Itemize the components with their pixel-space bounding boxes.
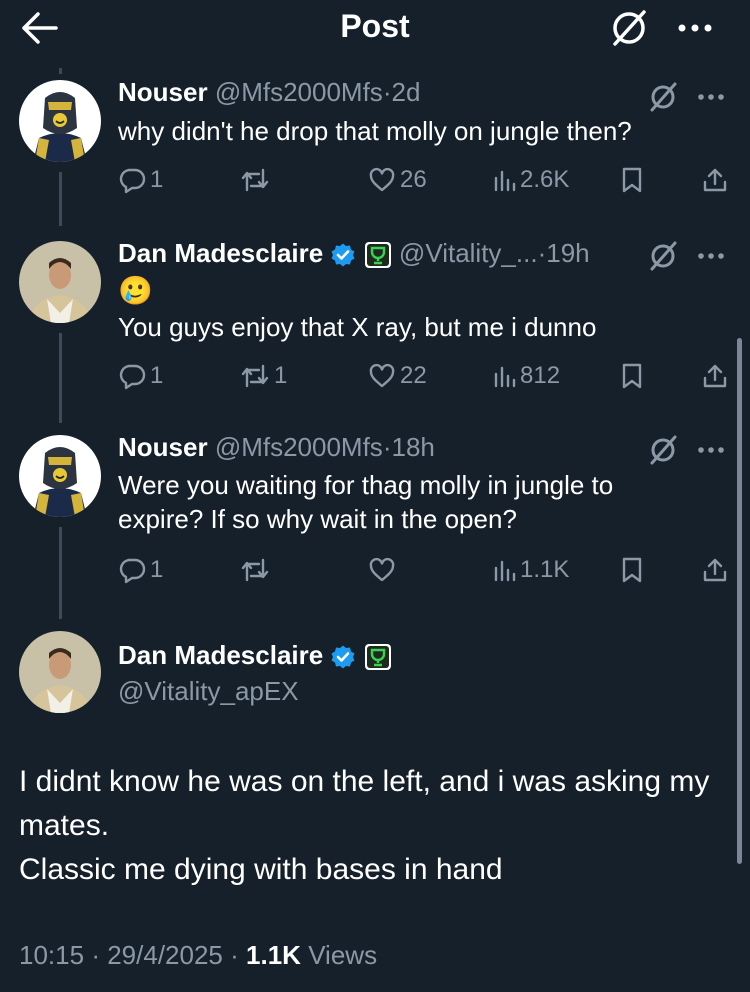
handle[interactable]: @Vitality_... — [399, 238, 538, 268]
share-icon[interactable] — [702, 362, 728, 390]
reply-button[interactable]: 1 — [118, 556, 163, 584]
like-count: 22 — [400, 362, 427, 389]
more-icon[interactable] — [694, 436, 728, 464]
bookmark-icon[interactable] — [620, 362, 644, 390]
avatar[interactable] — [19, 241, 101, 323]
separator: · — [537, 238, 547, 268]
views-icon — [494, 170, 516, 192]
post-meta: 10:15 · 29/4/2025 · 1.1K Views — [19, 940, 377, 971]
thread-connector — [59, 172, 62, 226]
separator: · — [230, 940, 239, 970]
like-icon — [369, 167, 395, 192]
tweet-header: Nouser @Mfs2000Mfs·2d — [118, 77, 420, 108]
verified-icon — [331, 645, 355, 669]
grok-icon[interactable] — [606, 8, 652, 48]
display-name[interactable]: Dan Madesclaire — [118, 238, 323, 268]
views-label: Views — [308, 940, 378, 970]
timestamp[interactable]: 19h — [546, 238, 589, 268]
avatar[interactable] — [19, 631, 101, 713]
post-text-line: Classic me dying with bases in hand — [19, 853, 503, 886]
author-name-row: Dan Madesclaire — [118, 640, 392, 671]
reply-button[interactable]: 1 — [118, 166, 163, 194]
scrollbar[interactable] — [737, 338, 742, 864]
retweet-count: 1 — [274, 362, 288, 389]
views-count: 2.6K — [520, 166, 570, 193]
affiliate-badge-icon — [364, 242, 391, 269]
handle[interactable]: @Vitality_apEX — [118, 676, 299, 707]
reply-count: 1 — [150, 362, 164, 389]
grok-icon[interactable] — [646, 433, 680, 467]
reply-count: 1 — [150, 556, 164, 583]
like-icon — [369, 363, 395, 388]
display-name[interactable]: Dan Madesclaire — [118, 640, 323, 670]
views-button[interactable]: 2.6K — [492, 166, 569, 194]
tweet-header: Dan Madesclaire @Vitality_...·19h — [118, 238, 590, 269]
retweet-button[interactable] — [240, 556, 274, 584]
verified-icon — [331, 243, 355, 267]
thread-connector — [59, 527, 62, 619]
separator: · — [91, 940, 100, 970]
retweet-icon — [241, 168, 269, 192]
post-text: I didnt know he was on the left, and i w… — [19, 760, 719, 892]
views-count[interactable]: 1.1K — [246, 940, 301, 970]
share-icon[interactable] — [702, 556, 728, 584]
retweet-icon — [241, 558, 269, 582]
more-icon[interactable] — [694, 242, 728, 270]
views-button[interactable]: 812 — [492, 362, 560, 390]
post-date[interactable]: 29/4/2025 — [107, 940, 223, 970]
tweet-header: Nouser @Mfs2000Mfs·18h — [118, 432, 435, 463]
tweet-text: why didn't he drop that molly on jungle … — [118, 116, 632, 146]
handle[interactable]: @Mfs2000Mfs — [215, 432, 383, 462]
top-bar: Post — [0, 0, 750, 56]
post-text-line: I didnt know he was on the left, and i w… — [19, 765, 710, 842]
like-button[interactable] — [368, 556, 400, 584]
views-icon — [494, 560, 516, 582]
timestamp[interactable]: 2d — [391, 77, 420, 107]
reply-count: 1 — [150, 166, 164, 193]
reply-icon — [119, 364, 146, 390]
tweet-emoji: 🥲 — [118, 275, 153, 306]
views-count: 1.1K — [520, 556, 570, 583]
like-count: 26 — [400, 166, 427, 193]
tweet-text: Were you waiting for thag molly in jungl… — [118, 470, 614, 534]
bookmark-icon[interactable] — [620, 166, 644, 194]
display-name[interactable]: Nouser — [118, 77, 208, 107]
more-icon[interactable] — [672, 8, 718, 48]
reply-button[interactable]: 1 — [118, 362, 163, 390]
timestamp[interactable]: 18h — [391, 432, 434, 462]
retweet-button[interactable]: 1 — [240, 362, 287, 390]
retweet-icon — [241, 364, 269, 388]
views-button[interactable]: 1.1K — [492, 556, 569, 584]
handle[interactable]: @Mfs2000Mfs — [215, 77, 383, 107]
reply-icon — [119, 558, 146, 584]
post-time[interactable]: 10:15 — [19, 940, 84, 970]
thread-connector — [59, 68, 62, 74]
views-icon — [494, 366, 516, 388]
views-count: 812 — [520, 362, 561, 389]
like-button[interactable]: 22 — [368, 362, 427, 390]
more-icon[interactable] — [694, 83, 728, 111]
like-icon — [369, 557, 395, 582]
share-icon[interactable] — [702, 166, 728, 194]
avatar[interactable] — [19, 80, 101, 162]
affiliate-badge-icon — [364, 644, 391, 671]
display-name[interactable]: Nouser — [118, 432, 208, 462]
avatar[interactable] — [19, 435, 101, 517]
like-button[interactable]: 26 — [368, 166, 427, 194]
grok-icon[interactable] — [646, 239, 680, 273]
tweet-text: You guys enjoy that X ray, but me i dunn… — [118, 312, 597, 342]
grok-icon[interactable] — [646, 80, 680, 114]
reply-icon — [119, 168, 146, 194]
thread-connector — [59, 333, 62, 423]
retweet-button[interactable] — [240, 166, 274, 194]
bookmark-icon[interactable] — [620, 556, 644, 584]
